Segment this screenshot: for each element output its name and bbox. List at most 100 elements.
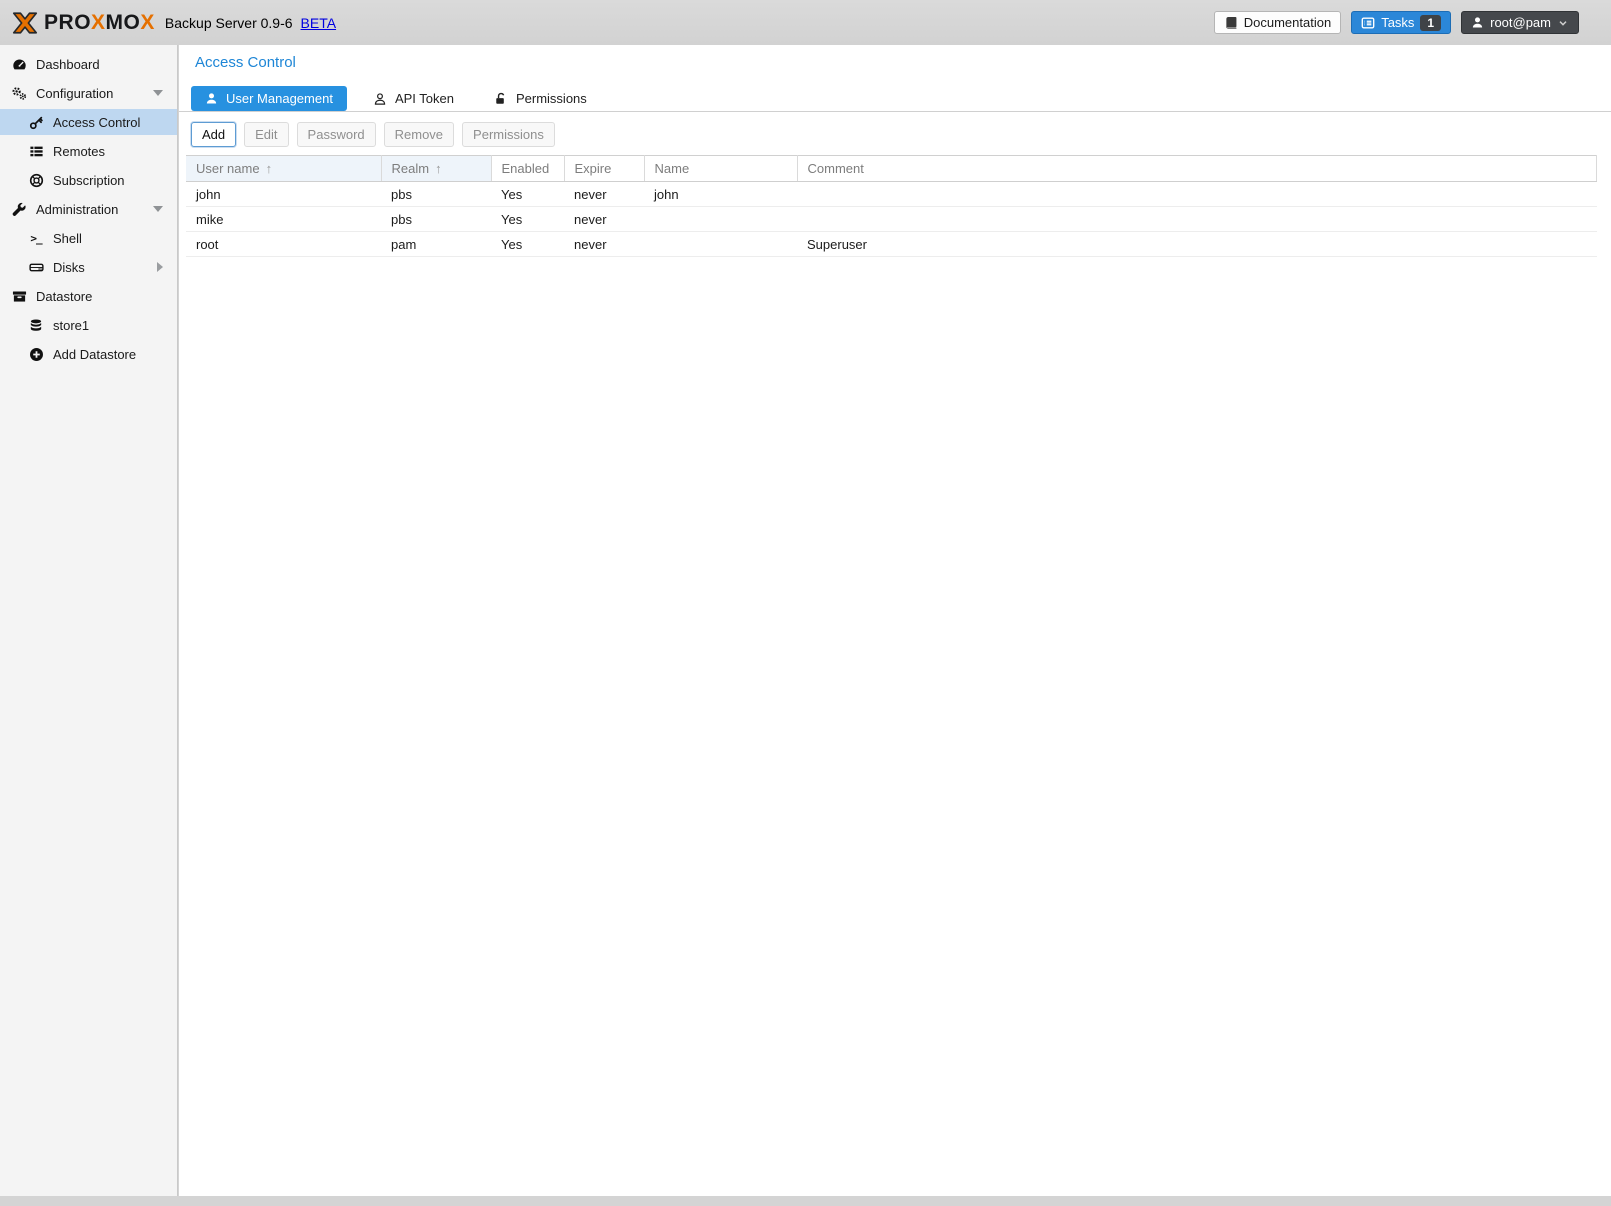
tab-label: API Token [395,91,454,106]
cell-comment: Superuser [797,232,1597,257]
cell-expire: never [564,232,644,257]
cell-realm: pam [381,232,491,257]
sidebar-item-label: Datastore [36,289,92,304]
book-icon [1224,16,1238,30]
sidebar-item-label: store1 [53,318,89,333]
column-header-enabled[interactable]: Enabled [491,156,564,182]
column-header-comment[interactable]: Comment [797,156,1597,182]
cell-user-name: root [186,232,381,257]
sidebar-item-label: Access Control [53,115,140,130]
cell-user-name: mike [186,207,381,232]
user-solid-icon [205,92,218,105]
tab-permissions[interactable]: Permissions [480,86,601,111]
password-button[interactable]: Password [297,122,376,147]
column-header-expire[interactable]: Expire [564,156,644,182]
sidebar-item-configuration[interactable]: Configuration [0,80,177,106]
gears-icon [10,85,28,101]
sort-ascending-icon: ↑ [266,161,273,176]
remove-button[interactable]: Remove [384,122,454,147]
tab-bar: User Management API Token Permissions [191,85,1611,111]
cell-name [644,232,797,257]
cell-realm: pbs [381,207,491,232]
documentation-button[interactable]: Documentation [1214,11,1341,34]
sidebar-item-label: Dashboard [36,57,100,72]
sidebar-item-label: Administration [36,202,118,217]
proxmox-x-icon [10,8,40,38]
proxmox-logo: PROXMOX [10,8,155,38]
user-outline-icon [373,92,387,106]
cell-comment [797,207,1597,232]
table-row[interactable]: john pbs Yes never john [186,182,1597,207]
database-icon [27,318,45,333]
terminal-icon: >_ [27,232,45,245]
cell-name: john [644,182,797,207]
sidebar-item-remotes[interactable]: Remotes [0,138,177,164]
user-label: root@pam [1490,15,1551,30]
sidebar-item-dashboard[interactable]: Dashboard [0,51,177,77]
sidebar-item-disks[interactable]: Disks [0,254,177,280]
cell-enabled: Yes [491,207,564,232]
documentation-label: Documentation [1244,15,1331,30]
task-list-icon [1361,16,1375,30]
tasks-count-badge: 1 [1420,15,1441,31]
tab-label: Permissions [516,91,587,106]
sidebar-item-label: Add Datastore [53,347,136,362]
cell-expire: never [564,207,644,232]
edit-button[interactable]: Edit [244,122,288,147]
wrench-icon [10,202,28,217]
key-icon [27,115,45,130]
cell-realm: pbs [381,182,491,207]
user-icon [1471,16,1484,29]
sidebar-item-label: Remotes [53,144,105,159]
tab-user-management[interactable]: User Management [191,86,347,111]
list-rows-icon [27,144,45,159]
chevron-expanded-icon[interactable] [153,90,163,96]
hdd-icon [27,260,45,275]
table-row[interactable]: root pam Yes never Superuser [186,232,1597,257]
cell-name [644,207,797,232]
beta-link[interactable]: BETA [301,15,337,31]
unlock-icon [494,92,508,106]
cell-enabled: Yes [491,182,564,207]
product-subtitle: Backup Server 0.9-6 [165,15,293,31]
tab-api-token[interactable]: API Token [359,86,468,111]
cell-user-name: john [186,182,381,207]
cell-expire: never [564,182,644,207]
table-header-row: User name↑ Realm↑ Enabled Expire Name Co… [186,156,1597,182]
main-panel: Access Control User Management API Token… [179,45,1611,1196]
chevron-collapsed-icon[interactable] [157,262,163,272]
permissions-button[interactable]: Permissions [462,122,555,147]
sidebar-item-access-control[interactable]: Access Control [0,109,177,135]
column-header-realm[interactable]: Realm↑ [381,156,491,182]
life-ring-icon [27,173,45,188]
cell-comment [797,182,1597,207]
column-header-name[interactable]: Name [644,156,797,182]
column-header-user-name[interactable]: User name↑ [186,156,381,182]
chevron-down-icon [1557,17,1569,29]
sort-ascending-icon: ↑ [435,161,442,176]
sidebar-item-label: Configuration [36,86,113,101]
tab-label: User Management [226,91,333,106]
top-bar: PROXMOX Backup Server 0.9-6 BETA Documen… [0,0,1611,45]
toolbar: Add Edit Password Remove Permissions [179,112,1611,155]
table-row[interactable]: mike pbs Yes never [186,207,1597,232]
sidebar-item-label: Shell [53,231,82,246]
tasks-label: Tasks [1381,15,1414,30]
add-button[interactable]: Add [191,122,236,147]
chevron-expanded-icon[interactable] [153,206,163,212]
sidebar-item-subscription[interactable]: Subscription [0,167,177,193]
sidebar-item-shell[interactable]: >_ Shell [0,225,177,251]
page-title: Access Control [195,54,1611,71]
tasks-button[interactable]: Tasks 1 [1351,11,1451,34]
sidebar-item-datastore[interactable]: Datastore [0,283,177,309]
sidebar-item-store1[interactable]: store1 [0,312,177,338]
sidebar-item-label: Subscription [53,173,125,188]
sidebar-item-add-datastore[interactable]: Add Datastore [0,341,177,367]
sidebar-item-label: Disks [53,260,85,275]
users-table: User name↑ Realm↑ Enabled Expire Name Co… [186,155,1597,257]
brand-text: PROXMOX [44,11,155,35]
user-menu-button[interactable]: root@pam [1461,11,1579,34]
archive-icon [10,289,28,304]
sidebar-item-administration[interactable]: Administration [0,196,177,222]
dashboard-icon [10,57,28,72]
